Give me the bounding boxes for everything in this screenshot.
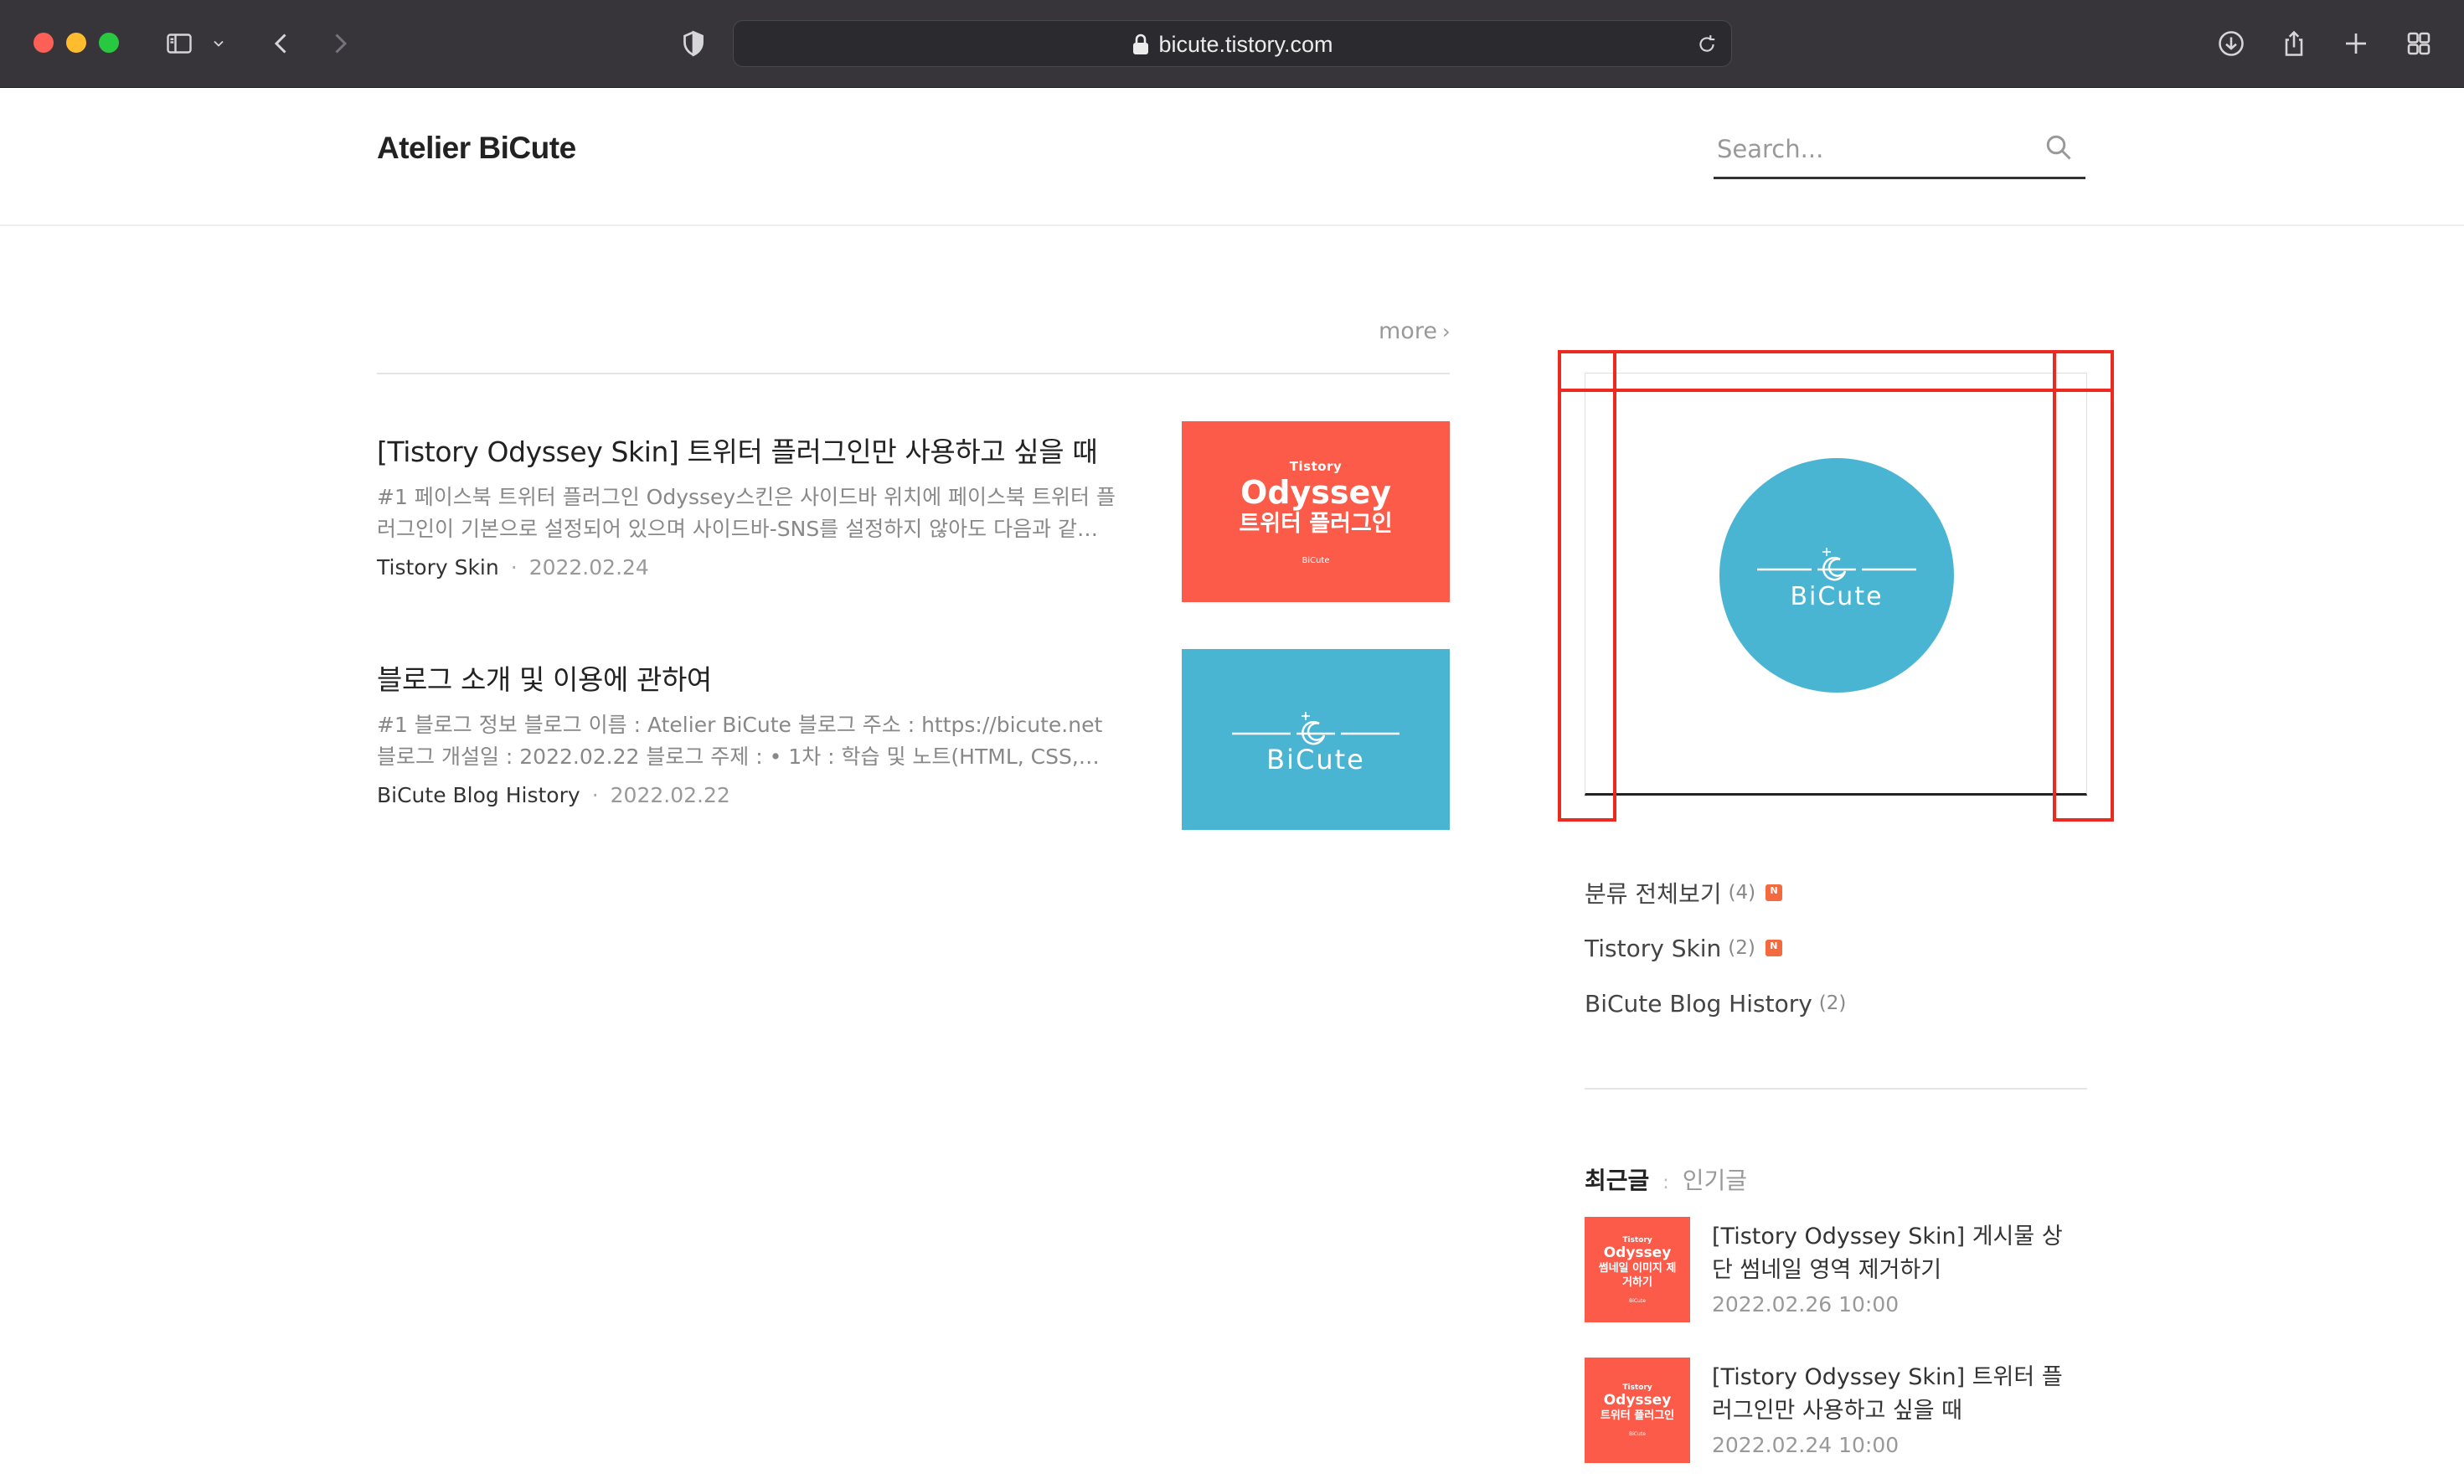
url-text: bicute.tistory.com (1158, 32, 1333, 57)
recent-post-date: 2022.02.26 10:00 (1712, 1292, 1900, 1317)
svg-text:BiCute: BiCute (1790, 582, 1883, 611)
recent-post-date: 2022.02.24 10:00 (1712, 1433, 1900, 1457)
zoom-window-button[interactable] (99, 33, 119, 53)
post-meta: BiCute Blog History · 2022.02.22 (377, 783, 730, 807)
search-input[interactable] (1714, 122, 2032, 176)
minimize-window-button[interactable] (66, 33, 86, 53)
close-window-button[interactable] (34, 33, 54, 53)
recent-post-thumbnail[interactable]: Tistory Odyssey 썸네일 이미지 제거하기 BiCute (1585, 1217, 1690, 1322)
highlight-box-top (1558, 350, 2114, 392)
tab-recent[interactable]: 최근글 (1585, 1167, 1649, 1194)
tab-popular[interactable]: 인기글 (1683, 1167, 1747, 1194)
svg-text:BiCute: BiCute (1266, 744, 1365, 775)
search-box (1714, 122, 2085, 179)
post-item[interactable]: 블로그 소개 및 이용에 관하여 #1 블로그 정보 블로그 이름 : Atel… (377, 649, 1450, 830)
post-excerpt: #1 블로그 정보 블로그 이름 : Atelier BiCute 블로그 주소… (377, 713, 1103, 769)
thumb-brand-text: BiCute (1629, 1431, 1646, 1437)
post-thumbnail[interactable]: BiCute (1182, 649, 1450, 830)
address-bar[interactable]: bicute.tistory.com (733, 20, 1732, 67)
category-item[interactable]: Tistory Skin (2) (1585, 920, 2087, 976)
list-divider (377, 373, 1450, 374)
share-icon[interactable] (2274, 23, 2314, 64)
new-badge-icon (1766, 884, 1783, 901)
thumb-small-text: Tistory (1622, 1235, 1652, 1244)
post-category[interactable]: Tistory Skin (377, 555, 499, 580)
post-excerpt: #1 페이스북 트위터 플러그인 Odyssey스킨은 사이드바 위치에 페이스… (377, 485, 1116, 541)
highlight-box-left (1558, 350, 1616, 822)
new-tab-icon[interactable] (2336, 23, 2376, 64)
thumb-big-text: Odyssey (1240, 473, 1392, 511)
category-item[interactable]: 분류 전체보기 (4) (1585, 865, 2087, 920)
bicute-logo-icon: BiCute (1232, 712, 1400, 775)
meta-separator: · (510, 555, 518, 580)
lock-icon (1133, 33, 1149, 54)
category-item[interactable]: BiCute Blog History (2) (1585, 976, 2087, 1031)
recent-posts-tabs: 최근글: 인기글 (1585, 1162, 1747, 1196)
privacy-shield-icon[interactable] (673, 23, 714, 64)
search-icon[interactable] (2044, 132, 2074, 162)
more-label: more (1379, 318, 1437, 344)
category-count: (4) (1728, 882, 1756, 904)
post-title[interactable]: 블로그 소개 및 이용에 관하여 (377, 657, 1131, 698)
recent-post-thumbnail[interactable]: Tistory Odyssey 트위터 플러그인 BiCute (1585, 1358, 1690, 1463)
tab-overview-icon[interactable] (2399, 23, 2439, 64)
thumb-korean-text: 트위터 플러그인 (1239, 510, 1393, 537)
recent-post-item[interactable]: Tistory Odyssey 썸네일 이미지 제거하기 BiCute [Tis… (1585, 1217, 2087, 1326)
profile-card: BiCute (1585, 373, 2087, 796)
recent-post-title[interactable]: [Tistory Odyssey Skin] 트위터 플러그인만 사용하고 싶을… (1712, 1361, 2080, 1428)
thumb-big-text: Odyssey (1603, 1244, 1672, 1261)
post-date: 2022.02.24 (528, 555, 649, 580)
thumb-korean-text: 트위터 플러그인 (1600, 1409, 1675, 1422)
downloads-icon[interactable] (2211, 23, 2251, 64)
bicute-logo-icon: BiCute (1757, 548, 1916, 611)
tab-separator: : (1662, 1172, 1669, 1193)
category-count: (2) (1728, 937, 1755, 959)
category-count: (2) (1818, 992, 1847, 1014)
site-title[interactable]: Atelier BiCute (377, 131, 576, 166)
post-title[interactable]: [Tistory Odyssey Skin] 트위터 플러그인만 사용하고 싶을… (377, 430, 1131, 470)
thumb-korean-text: 썸네일 이미지 제거하기 (1598, 1261, 1677, 1289)
highlight-box-right (2053, 350, 2114, 822)
browser-toolbar: bicute.tistory.com (0, 0, 2464, 88)
thumb-big-text: Odyssey (1603, 1392, 1672, 1409)
back-icon[interactable] (261, 23, 302, 64)
category-list: 분류 전체보기 (4) Tistory Skin (2) BiCute Blog… (1585, 865, 2087, 1031)
category-label: BiCute Blog History (1585, 989, 1812, 1018)
blog-header: Atelier BiCute (0, 89, 2464, 226)
thumb-brand-text: BiCute (1629, 1297, 1646, 1304)
post-thumbnail[interactable]: Tistory Odyssey 트위터 플러그인 BiCute (1182, 421, 1450, 602)
sidebar-toggle-icon[interactable] (159, 23, 199, 64)
new-badge-icon (1765, 940, 1782, 956)
meta-separator: · (591, 783, 599, 807)
category-label: 분류 전체보기 (1585, 880, 1722, 908)
more-link[interactable]: more › (1379, 318, 1451, 344)
post-item[interactable]: [Tistory Odyssey Skin] 트위터 플러그인만 사용하고 싶을… (377, 421, 1450, 602)
thumb-small-text: Tistory (1289, 458, 1343, 474)
post-date: 2022.02.22 (610, 783, 730, 807)
sidebar-divider (1585, 1088, 2087, 1090)
forward-icon[interactable] (320, 23, 360, 64)
category-label: Tistory Skin (1585, 934, 1722, 962)
chevron-right-icon: › (1441, 320, 1451, 343)
post-meta: Tistory Skin · 2022.02.24 (377, 555, 649, 580)
thumb-small-text: Tistory (1622, 1384, 1652, 1392)
post-category[interactable]: BiCute Blog History (377, 783, 580, 807)
recent-post-item[interactable]: Tistory Odyssey 트위터 플러그인 BiCute [Tistory… (1585, 1358, 2087, 1466)
chevron-down-icon[interactable] (206, 23, 231, 64)
reload-icon[interactable] (1687, 24, 1727, 64)
recent-post-title[interactable]: [Tistory Odyssey Skin] 게시물 상단 썸네일 영역 제거하… (1712, 1220, 2080, 1287)
thumb-brand-text: BiCute (1302, 555, 1330, 565)
profile-avatar[interactable]: BiCute (1719, 458, 1954, 693)
